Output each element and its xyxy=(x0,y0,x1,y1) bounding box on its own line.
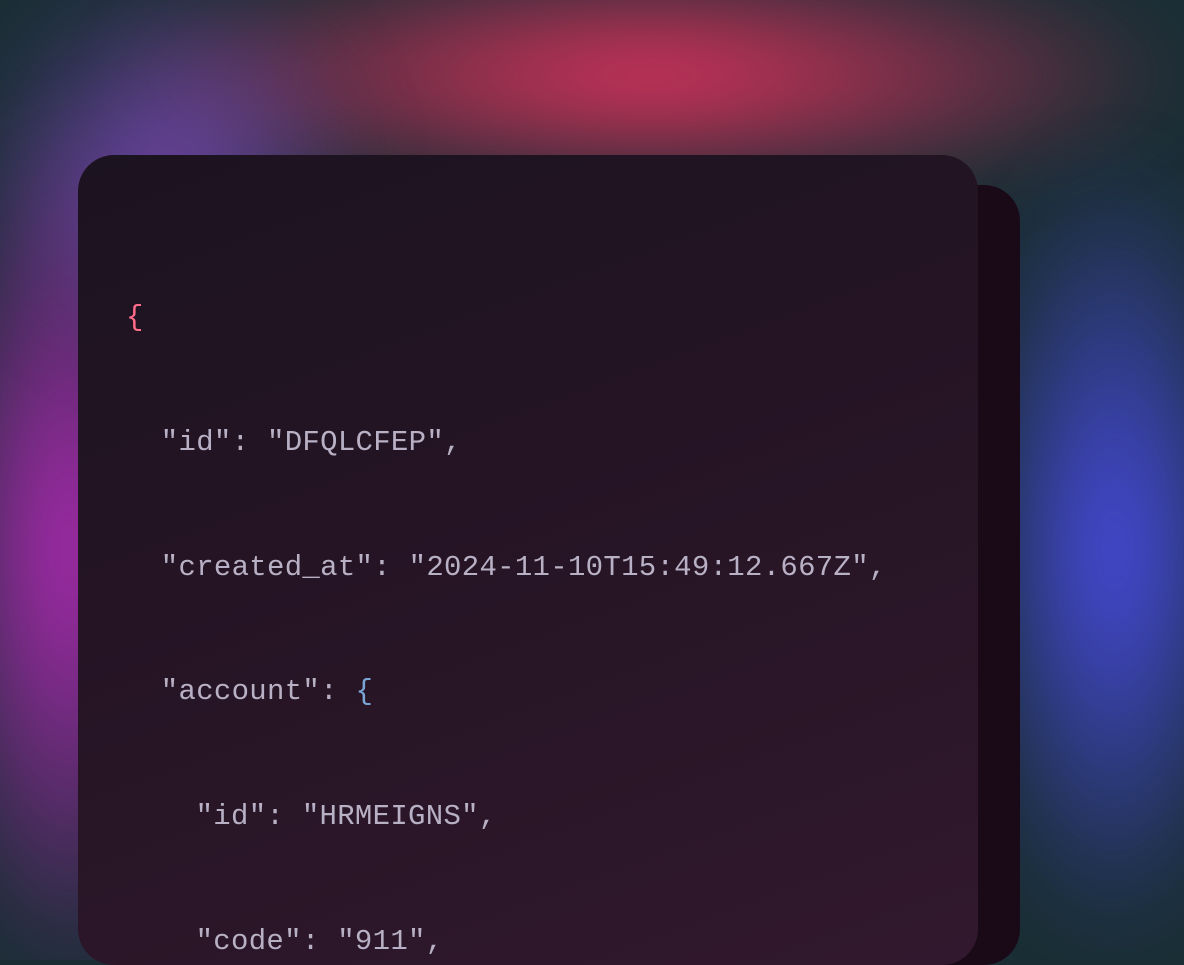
json-value-created-at: "2024-11-10T15:49:12.667Z" xyxy=(409,551,869,584)
json-key-created-at: "created_at" xyxy=(161,551,373,584)
json-value-account-id: "HRMEIGNS" xyxy=(302,800,479,833)
json-key-account: "account" xyxy=(161,675,320,708)
colon: : xyxy=(320,675,355,708)
json-code-block: { "id": "DFQLCFEP", "created_at": "2024-… xyxy=(126,225,930,965)
colon: : xyxy=(373,551,408,584)
json-value-id: "DFQLCFEP" xyxy=(267,426,444,459)
json-key-account-id: "id" xyxy=(196,800,267,833)
code-card: { "id": "DFQLCFEP", "created_at": "2024-… xyxy=(78,155,978,965)
comma: , xyxy=(426,925,444,958)
colon: : xyxy=(266,800,301,833)
colon: : xyxy=(302,925,337,958)
comma: , xyxy=(444,426,462,459)
json-value-account-code: "911" xyxy=(337,925,426,958)
comma: , xyxy=(869,551,887,584)
comma: , xyxy=(479,800,497,833)
open-brace: { xyxy=(126,301,144,334)
open-brace-inner: { xyxy=(356,675,374,708)
json-key-account-code: "code" xyxy=(196,925,302,958)
json-key-id: "id" xyxy=(161,426,232,459)
colon: : xyxy=(232,426,267,459)
